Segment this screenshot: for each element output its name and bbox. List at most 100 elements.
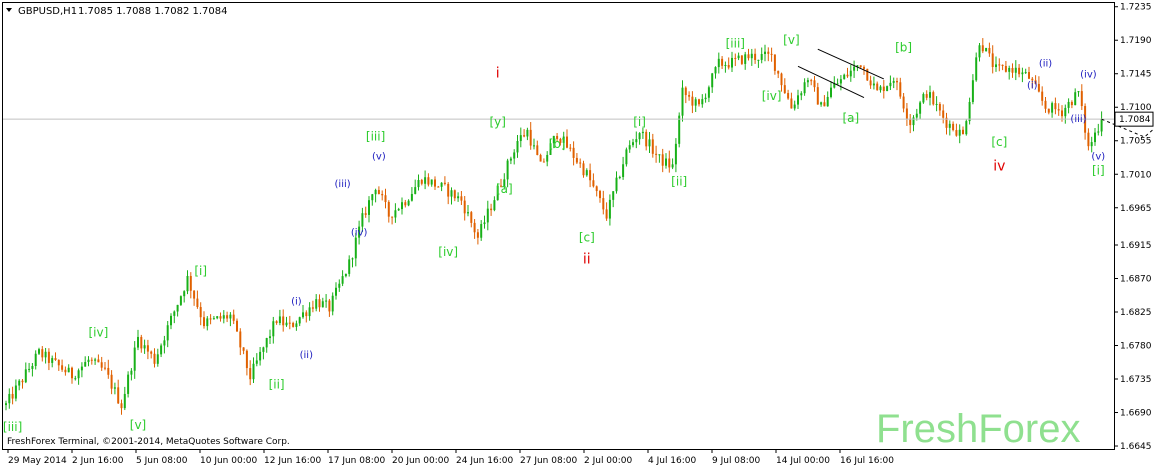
candle-body <box>694 99 697 106</box>
candle-body <box>701 99 704 105</box>
candle-body <box>87 359 90 363</box>
candle-body <box>566 136 568 148</box>
candle-body <box>632 142 634 146</box>
time-tick-label: 5 Jun 08:00 <box>136 456 188 466</box>
candle-body <box>5 403 7 406</box>
candle-body <box>998 64 1001 66</box>
candle-body <box>826 96 829 107</box>
wave-label: i <box>496 65 500 81</box>
candle-body <box>1067 101 1070 108</box>
candle-body <box>160 345 163 355</box>
candle-body <box>140 336 143 349</box>
candle-body <box>797 95 799 105</box>
candle-body <box>41 349 44 358</box>
candle-body <box>938 103 941 111</box>
candle-body <box>381 194 384 196</box>
candle-body <box>460 196 463 201</box>
time-tick-label: 9 Jul 08:00 <box>712 456 761 466</box>
candle-body <box>995 64 997 68</box>
candle-body <box>1080 91 1083 107</box>
candle-body <box>133 347 136 371</box>
candle-body <box>641 131 644 134</box>
candle-body <box>302 312 304 318</box>
time-tick-label: 12 Jun 16:00 <box>264 456 321 466</box>
candle-body <box>589 170 592 181</box>
candle-body <box>711 73 714 88</box>
time-tick-label: 16 Jul 16:00 <box>840 456 894 466</box>
candle-body <box>628 145 631 150</box>
candle-body <box>744 54 747 64</box>
candle-body <box>1061 110 1063 117</box>
candle-body <box>1011 67 1014 73</box>
price-tick-label: 1.6915 <box>1120 241 1152 251</box>
candle-body <box>123 393 126 409</box>
candle-body <box>67 367 70 373</box>
candle-body <box>18 380 21 386</box>
price-chart[interactable]: [iii] [iv] [v] [i] [ii] (i) (ii) (iii) (iv) [iii]… <box>0 0 1154 468</box>
candle-body <box>978 45 981 58</box>
candle-body <box>813 80 816 88</box>
candle-body <box>315 299 318 309</box>
candle-body <box>863 67 865 69</box>
candle-body <box>661 154 664 166</box>
candle-body <box>737 55 740 59</box>
candle-body <box>724 65 727 67</box>
candle-body <box>717 58 720 68</box>
candle <box>625 147 628 167</box>
time-tick-label: 17 Jun 08:00 <box>328 456 385 466</box>
candle-body <box>470 212 473 223</box>
candle-body <box>404 202 407 206</box>
candle-body <box>605 209 608 219</box>
price-tick-label: 1.6965 <box>1120 204 1152 214</box>
candle-body <box>163 340 166 346</box>
candle-body <box>368 200 370 215</box>
candle-body <box>110 374 113 389</box>
candle-body <box>602 198 605 210</box>
candle-body <box>97 359 100 363</box>
candle-body <box>450 190 453 197</box>
candle-body <box>222 315 225 319</box>
candle-body <box>348 259 351 274</box>
candle-body <box>942 110 945 118</box>
candle-body <box>681 87 684 116</box>
candle-body <box>542 161 545 163</box>
candle-body <box>912 117 915 126</box>
wave-label: [i] <box>194 264 207 278</box>
candle-body <box>308 307 311 317</box>
candle-body <box>318 299 321 308</box>
candle-body <box>44 351 47 358</box>
candle-body <box>443 182 446 184</box>
wave-label: iii <box>782 0 794 3</box>
candle-body <box>295 323 298 327</box>
candle-body <box>467 212 469 214</box>
candle-body <box>453 190 456 199</box>
wave-label: [c] <box>991 135 1007 149</box>
candle <box>985 47 988 52</box>
candle-body <box>156 354 159 364</box>
candle <box>127 371 130 398</box>
candle-body <box>259 351 262 361</box>
candle-body <box>1100 119 1103 132</box>
candle-body <box>206 318 209 327</box>
candle-body <box>678 115 681 144</box>
candle-body <box>688 95 691 97</box>
candle-body <box>265 338 268 348</box>
candle-body <box>397 209 400 211</box>
candle-body <box>196 298 199 308</box>
candle-body <box>209 318 212 320</box>
candle-body <box>991 53 994 68</box>
candle-body <box>242 347 245 351</box>
candle-body <box>216 316 219 319</box>
candle-body <box>47 351 50 363</box>
wave-label: [i] <box>633 115 646 129</box>
time-tick-label: 20 Jun 00:00 <box>392 456 449 466</box>
candle-body <box>886 86 889 92</box>
candle-body <box>935 103 938 105</box>
candle-body <box>31 366 34 369</box>
time-tick-label: 29 May 2014 <box>8 456 67 466</box>
candle-body <box>199 307 202 318</box>
candle-body <box>955 130 958 136</box>
candle-body <box>483 222 486 225</box>
candle <box>932 90 935 106</box>
candle-body <box>420 180 423 184</box>
